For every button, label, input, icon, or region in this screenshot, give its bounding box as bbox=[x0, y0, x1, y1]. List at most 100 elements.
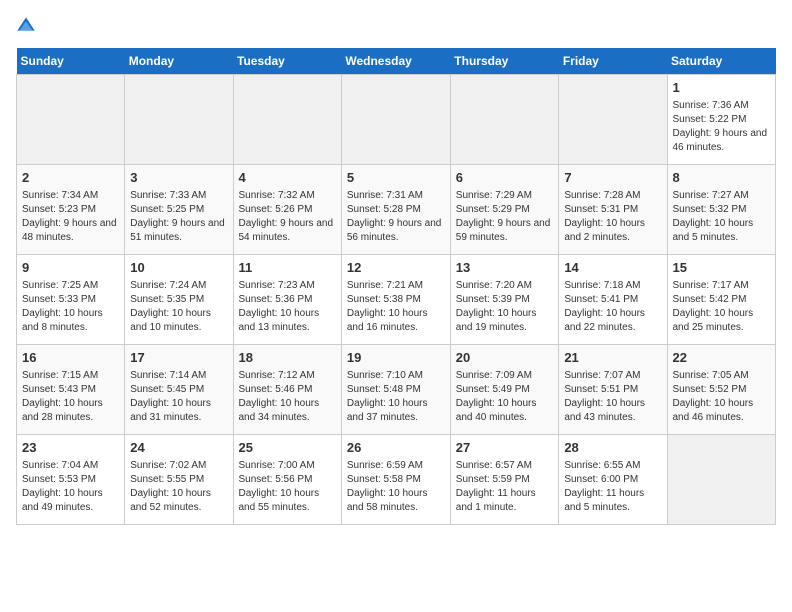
calendar-cell: 20 Sunrise: 7:09 AM Sunset: 5:49 PM Dayli… bbox=[450, 345, 559, 435]
header-day-sunday: Sunday bbox=[17, 48, 125, 75]
calendar-cell: 17Sunrise: 7:14 AM Sunset: 5:45 PM Dayli… bbox=[125, 345, 233, 435]
calendar-cell bbox=[559, 75, 667, 165]
calendar-cell bbox=[450, 75, 559, 165]
calendar-cell: 26 Sunrise: 6:59 AM Sunset: 5:58 PM Dayli… bbox=[341, 435, 450, 525]
header-day-wednesday: Wednesday bbox=[341, 48, 450, 75]
calendar-cell: 6Sunrise: 7:29 AM Sunset: 5:29 PM Daylig… bbox=[450, 165, 559, 255]
calendar-body: 1 Sunrise: 7:36 AM Sunset: 5:22 PM Daylig… bbox=[17, 75, 776, 525]
header-day-tuesday: Tuesday bbox=[233, 48, 341, 75]
calendar-cell: 27 Sunrise: 6:57 AM Sunset: 5:59 PM Dayli… bbox=[450, 435, 559, 525]
day-info: Sunrise: 6:57 AM Sunset: 5:59 PM Dayligh… bbox=[456, 459, 554, 515]
day-info: Sunrise: 7:25 AM Sunset: 5:33 PM Dayligh… bbox=[22, 279, 119, 335]
day-info: Sunrise: 7:36 AM Sunset: 5:22 PM Dayligh… bbox=[673, 99, 771, 155]
calendar-table: SundayMondayTuesdayWednesdayThursdayFrid… bbox=[16, 48, 776, 525]
day-info: Sunrise: 7:18 AM Sunset: 5:41 PM Dayligh… bbox=[564, 279, 661, 335]
calendar-cell bbox=[233, 75, 341, 165]
calendar-cell: 19 Sunrise: 7:10 AM Sunset: 5:48 PM Dayli… bbox=[341, 345, 450, 435]
calendar-cell: 11 Sunrise: 7:23 AM Sunset: 5:36 PM Dayli… bbox=[233, 255, 341, 345]
day-number: 14 bbox=[564, 259, 661, 277]
week-row-1: 2 Sunrise: 7:34 AM Sunset: 5:23 PM Daylig… bbox=[17, 165, 776, 255]
day-info: Sunrise: 7:23 AM Sunset: 5:36 PM Dayligh… bbox=[239, 279, 336, 335]
calendar-cell: 18 Sunrise: 7:12 AM Sunset: 5:46 PM Dayli… bbox=[233, 345, 341, 435]
day-info: Sunrise: 7:32 AM Sunset: 5:26 PM Dayligh… bbox=[239, 189, 336, 245]
day-info: Sunrise: 6:59 AM Sunset: 5:58 PM Dayligh… bbox=[347, 459, 445, 515]
logo bbox=[16, 16, 40, 36]
calendar-cell bbox=[341, 75, 450, 165]
day-number: 18 bbox=[239, 349, 336, 367]
week-row-0: 1 Sunrise: 7:36 AM Sunset: 5:22 PM Daylig… bbox=[17, 75, 776, 165]
calendar-header: SundayMondayTuesdayWednesdayThursdayFrid… bbox=[17, 48, 776, 75]
calendar-cell: 1 Sunrise: 7:36 AM Sunset: 5:22 PM Daylig… bbox=[667, 75, 776, 165]
header-row: SundayMondayTuesdayWednesdayThursdayFrid… bbox=[17, 48, 776, 75]
header-day-monday: Monday bbox=[125, 48, 233, 75]
calendar-cell: 13 Sunrise: 7:20 AM Sunset: 5:39 PM Dayli… bbox=[450, 255, 559, 345]
day-number: 13 bbox=[456, 259, 554, 277]
calendar-cell: 2 Sunrise: 7:34 AM Sunset: 5:23 PM Daylig… bbox=[17, 165, 125, 255]
week-row-3: 16 Sunrise: 7:15 AM Sunset: 5:43 PM Dayli… bbox=[17, 345, 776, 435]
day-info: Sunrise: 7:17 AM Sunset: 5:42 PM Dayligh… bbox=[673, 279, 771, 335]
day-number: 27 bbox=[456, 439, 554, 457]
day-number: 7 bbox=[564, 169, 661, 187]
calendar-cell bbox=[667, 435, 776, 525]
day-info: Sunrise: 6:55 AM Sunset: 6:00 PM Dayligh… bbox=[564, 459, 661, 515]
day-number: 23 bbox=[22, 439, 119, 457]
day-info: Sunrise: 7:20 AM Sunset: 5:39 PM Dayligh… bbox=[456, 279, 554, 335]
day-info: Sunrise: 7:27 AM Sunset: 5:32 PM Dayligh… bbox=[673, 189, 771, 245]
day-info: Sunrise: 7:00 AM Sunset: 5:56 PM Dayligh… bbox=[239, 459, 336, 515]
day-number: 22 bbox=[673, 349, 771, 367]
day-info: Sunrise: 7:09 AM Sunset: 5:49 PM Dayligh… bbox=[456, 369, 554, 425]
calendar-cell: 9 Sunrise: 7:25 AM Sunset: 5:33 PM Daylig… bbox=[17, 255, 125, 345]
day-number: 19 bbox=[347, 349, 445, 367]
day-info: Sunrise: 7:21 AM Sunset: 5:38 PM Dayligh… bbox=[347, 279, 445, 335]
day-info: Sunrise: 7:34 AM Sunset: 5:23 PM Dayligh… bbox=[22, 189, 119, 245]
week-row-2: 9 Sunrise: 7:25 AM Sunset: 5:33 PM Daylig… bbox=[17, 255, 776, 345]
calendar-cell bbox=[125, 75, 233, 165]
calendar-cell: 3 Sunrise: 7:33 AM Sunset: 5:25 PM Daylig… bbox=[125, 165, 233, 255]
header-day-saturday: Saturday bbox=[667, 48, 776, 75]
day-number: 11 bbox=[239, 259, 336, 277]
day-number: 8 bbox=[673, 169, 771, 187]
day-info: Sunrise: 7:12 AM Sunset: 5:46 PM Dayligh… bbox=[239, 369, 336, 425]
header-day-thursday: Thursday bbox=[450, 48, 559, 75]
day-info: Sunrise: 7:28 AM Sunset: 5:31 PM Dayligh… bbox=[564, 189, 661, 245]
day-info: Sunrise: 7:15 AM Sunset: 5:43 PM Dayligh… bbox=[22, 369, 119, 425]
day-info: Sunrise: 7:10 AM Sunset: 5:48 PM Dayligh… bbox=[347, 369, 445, 425]
day-number: 15 bbox=[673, 259, 771, 277]
calendar-cell: 15 Sunrise: 7:17 AM Sunset: 5:42 PM Dayli… bbox=[667, 255, 776, 345]
calendar-cell: 12 Sunrise: 7:21 AM Sunset: 5:38 PM Dayli… bbox=[341, 255, 450, 345]
calendar-cell: 28 Sunrise: 6:55 AM Sunset: 6:00 PM Dayli… bbox=[559, 435, 667, 525]
calendar-cell: 24Sunrise: 7:02 AM Sunset: 5:55 PM Dayli… bbox=[125, 435, 233, 525]
day-info: Sunrise: 7:14 AM Sunset: 5:45 PM Dayligh… bbox=[130, 369, 227, 425]
day-info: Sunrise: 7:04 AM Sunset: 5:53 PM Dayligh… bbox=[22, 459, 119, 515]
day-number: 28 bbox=[564, 439, 661, 457]
day-number: 16 bbox=[22, 349, 119, 367]
day-number: 5 bbox=[347, 169, 445, 187]
day-info: Sunrise: 7:05 AM Sunset: 5:52 PM Dayligh… bbox=[673, 369, 771, 425]
day-info: Sunrise: 7:07 AM Sunset: 5:51 PM Dayligh… bbox=[564, 369, 661, 425]
day-info: Sunrise: 7:31 AM Sunset: 5:28 PM Dayligh… bbox=[347, 189, 445, 245]
calendar-cell: 8 Sunrise: 7:27 AM Sunset: 5:32 PM Daylig… bbox=[667, 165, 776, 255]
calendar-cell: 4 Sunrise: 7:32 AM Sunset: 5:26 PM Daylig… bbox=[233, 165, 341, 255]
calendar-cell: 23 Sunrise: 7:04 AM Sunset: 5:53 PM Dayli… bbox=[17, 435, 125, 525]
calendar-cell: 21Sunrise: 7:07 AM Sunset: 5:51 PM Dayli… bbox=[559, 345, 667, 435]
day-number: 26 bbox=[347, 439, 445, 457]
calendar-cell: 16 Sunrise: 7:15 AM Sunset: 5:43 PM Dayli… bbox=[17, 345, 125, 435]
day-number: 20 bbox=[456, 349, 554, 367]
day-number: 25 bbox=[239, 439, 336, 457]
day-info: Sunrise: 7:33 AM Sunset: 5:25 PM Dayligh… bbox=[130, 189, 227, 245]
day-info: Sunrise: 7:02 AM Sunset: 5:55 PM Dayligh… bbox=[130, 459, 227, 515]
day-number: 2 bbox=[22, 169, 119, 187]
day-number: 6 bbox=[456, 169, 554, 187]
day-number: 10 bbox=[130, 259, 227, 277]
calendar-cell: 5 Sunrise: 7:31 AM Sunset: 5:28 PM Daylig… bbox=[341, 165, 450, 255]
calendar-cell: 14 Sunrise: 7:18 AM Sunset: 5:41 PM Dayli… bbox=[559, 255, 667, 345]
day-number: 3 bbox=[130, 169, 227, 187]
page-header bbox=[16, 16, 776, 36]
day-number: 4 bbox=[239, 169, 336, 187]
day-number: 12 bbox=[347, 259, 445, 277]
day-number: 9 bbox=[22, 259, 119, 277]
calendar-cell: 25 Sunrise: 7:00 AM Sunset: 5:56 PM Dayli… bbox=[233, 435, 341, 525]
day-number: 1 bbox=[673, 79, 771, 97]
header-day-friday: Friday bbox=[559, 48, 667, 75]
calendar-cell: 7 Sunrise: 7:28 AM Sunset: 5:31 PM Daylig… bbox=[559, 165, 667, 255]
